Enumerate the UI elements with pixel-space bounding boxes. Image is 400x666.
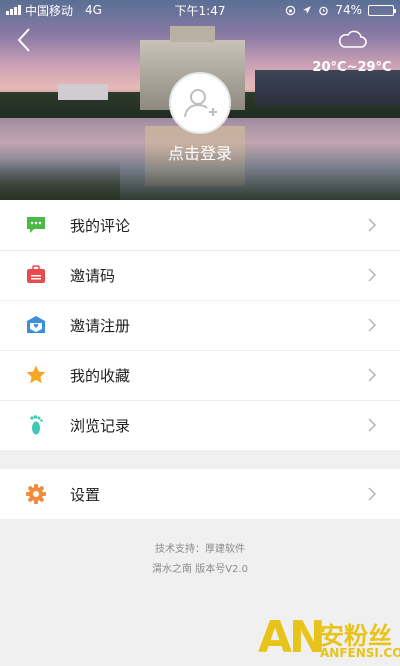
comment-icon [25, 214, 47, 236]
alarm-icon [319, 6, 329, 15]
background-reeds [0, 160, 120, 200]
menu-item-favorites[interactable]: 我的收藏 [0, 350, 400, 400]
menu-item-label: 邀请注册 [70, 316, 131, 335]
menu-list: 我的评论 邀请码 邀请注册 我的收藏 浏览记录 [0, 200, 400, 450]
menu-item-comments[interactable]: 我的评论 [0, 200, 400, 250]
chevron-right-icon [368, 487, 377, 501]
settings-section: 设置 [0, 469, 400, 519]
footprint-icon [25, 414, 47, 436]
chevron-right-icon [368, 418, 377, 432]
menu-item-label: 浏览记录 [70, 416, 131, 435]
weather-widget: 20°C~29°C [312, 28, 392, 75]
invite-code-icon [25, 264, 47, 286]
login-link[interactable]: 点击登录 [0, 140, 400, 164]
watermark-an: AN [258, 612, 326, 663]
star-icon [25, 364, 47, 386]
menu-item-settings[interactable]: 设置 [0, 469, 400, 519]
background-city [255, 70, 400, 105]
menu-item-label: 邀请码 [70, 266, 116, 285]
battery-icon [368, 4, 396, 16]
chevron-right-icon [368, 268, 377, 282]
menu-item-invite-register[interactable]: 邀请注册 [0, 300, 400, 350]
chevron-right-icon [368, 368, 377, 382]
cloud-icon [338, 30, 367, 48]
carrier-name: 中国移动 [25, 3, 74, 18]
status-bar: 中国移动 4G 下午1:47 74% [0, 0, 400, 20]
menu-item-label: 我的收藏 [70, 366, 131, 385]
footer: 技术支持：厚建软件 渭水之南 版本号V2.0 [0, 540, 400, 580]
battery-percent: 74% [335, 3, 362, 17]
temperature-range: 20°C~29°C [312, 60, 392, 75]
chevron-right-icon [368, 218, 377, 232]
avatar[interactable] [169, 72, 231, 134]
version-text: 渭水之南 版本号V2.0 [152, 564, 248, 575]
user-icon [184, 89, 217, 118]
background-house [58, 84, 108, 100]
watermark-logo: AN 安粉丝 ANFENSI.COM [258, 612, 400, 666]
menu-item-history[interactable]: 浏览记录 [0, 400, 400, 450]
menu-item-invite-code[interactable]: 邀请码 [0, 250, 400, 300]
signal-icon [6, 5, 21, 15]
location-icon [303, 6, 312, 14]
back-icon[interactable] [14, 26, 36, 54]
invite-register-icon [25, 314, 47, 336]
gear-icon [25, 483, 47, 505]
network-type: 4G [85, 3, 102, 17]
tech-support-text: 技术支持：厚建软件 [155, 544, 245, 555]
chevron-right-icon [368, 318, 377, 332]
rotation-lock-icon [286, 5, 296, 15]
watermark-text-en: ANFENSI.COM [320, 646, 400, 660]
menu-item-label: 设置 [70, 485, 101, 504]
menu-item-label: 我的评论 [70, 216, 131, 235]
